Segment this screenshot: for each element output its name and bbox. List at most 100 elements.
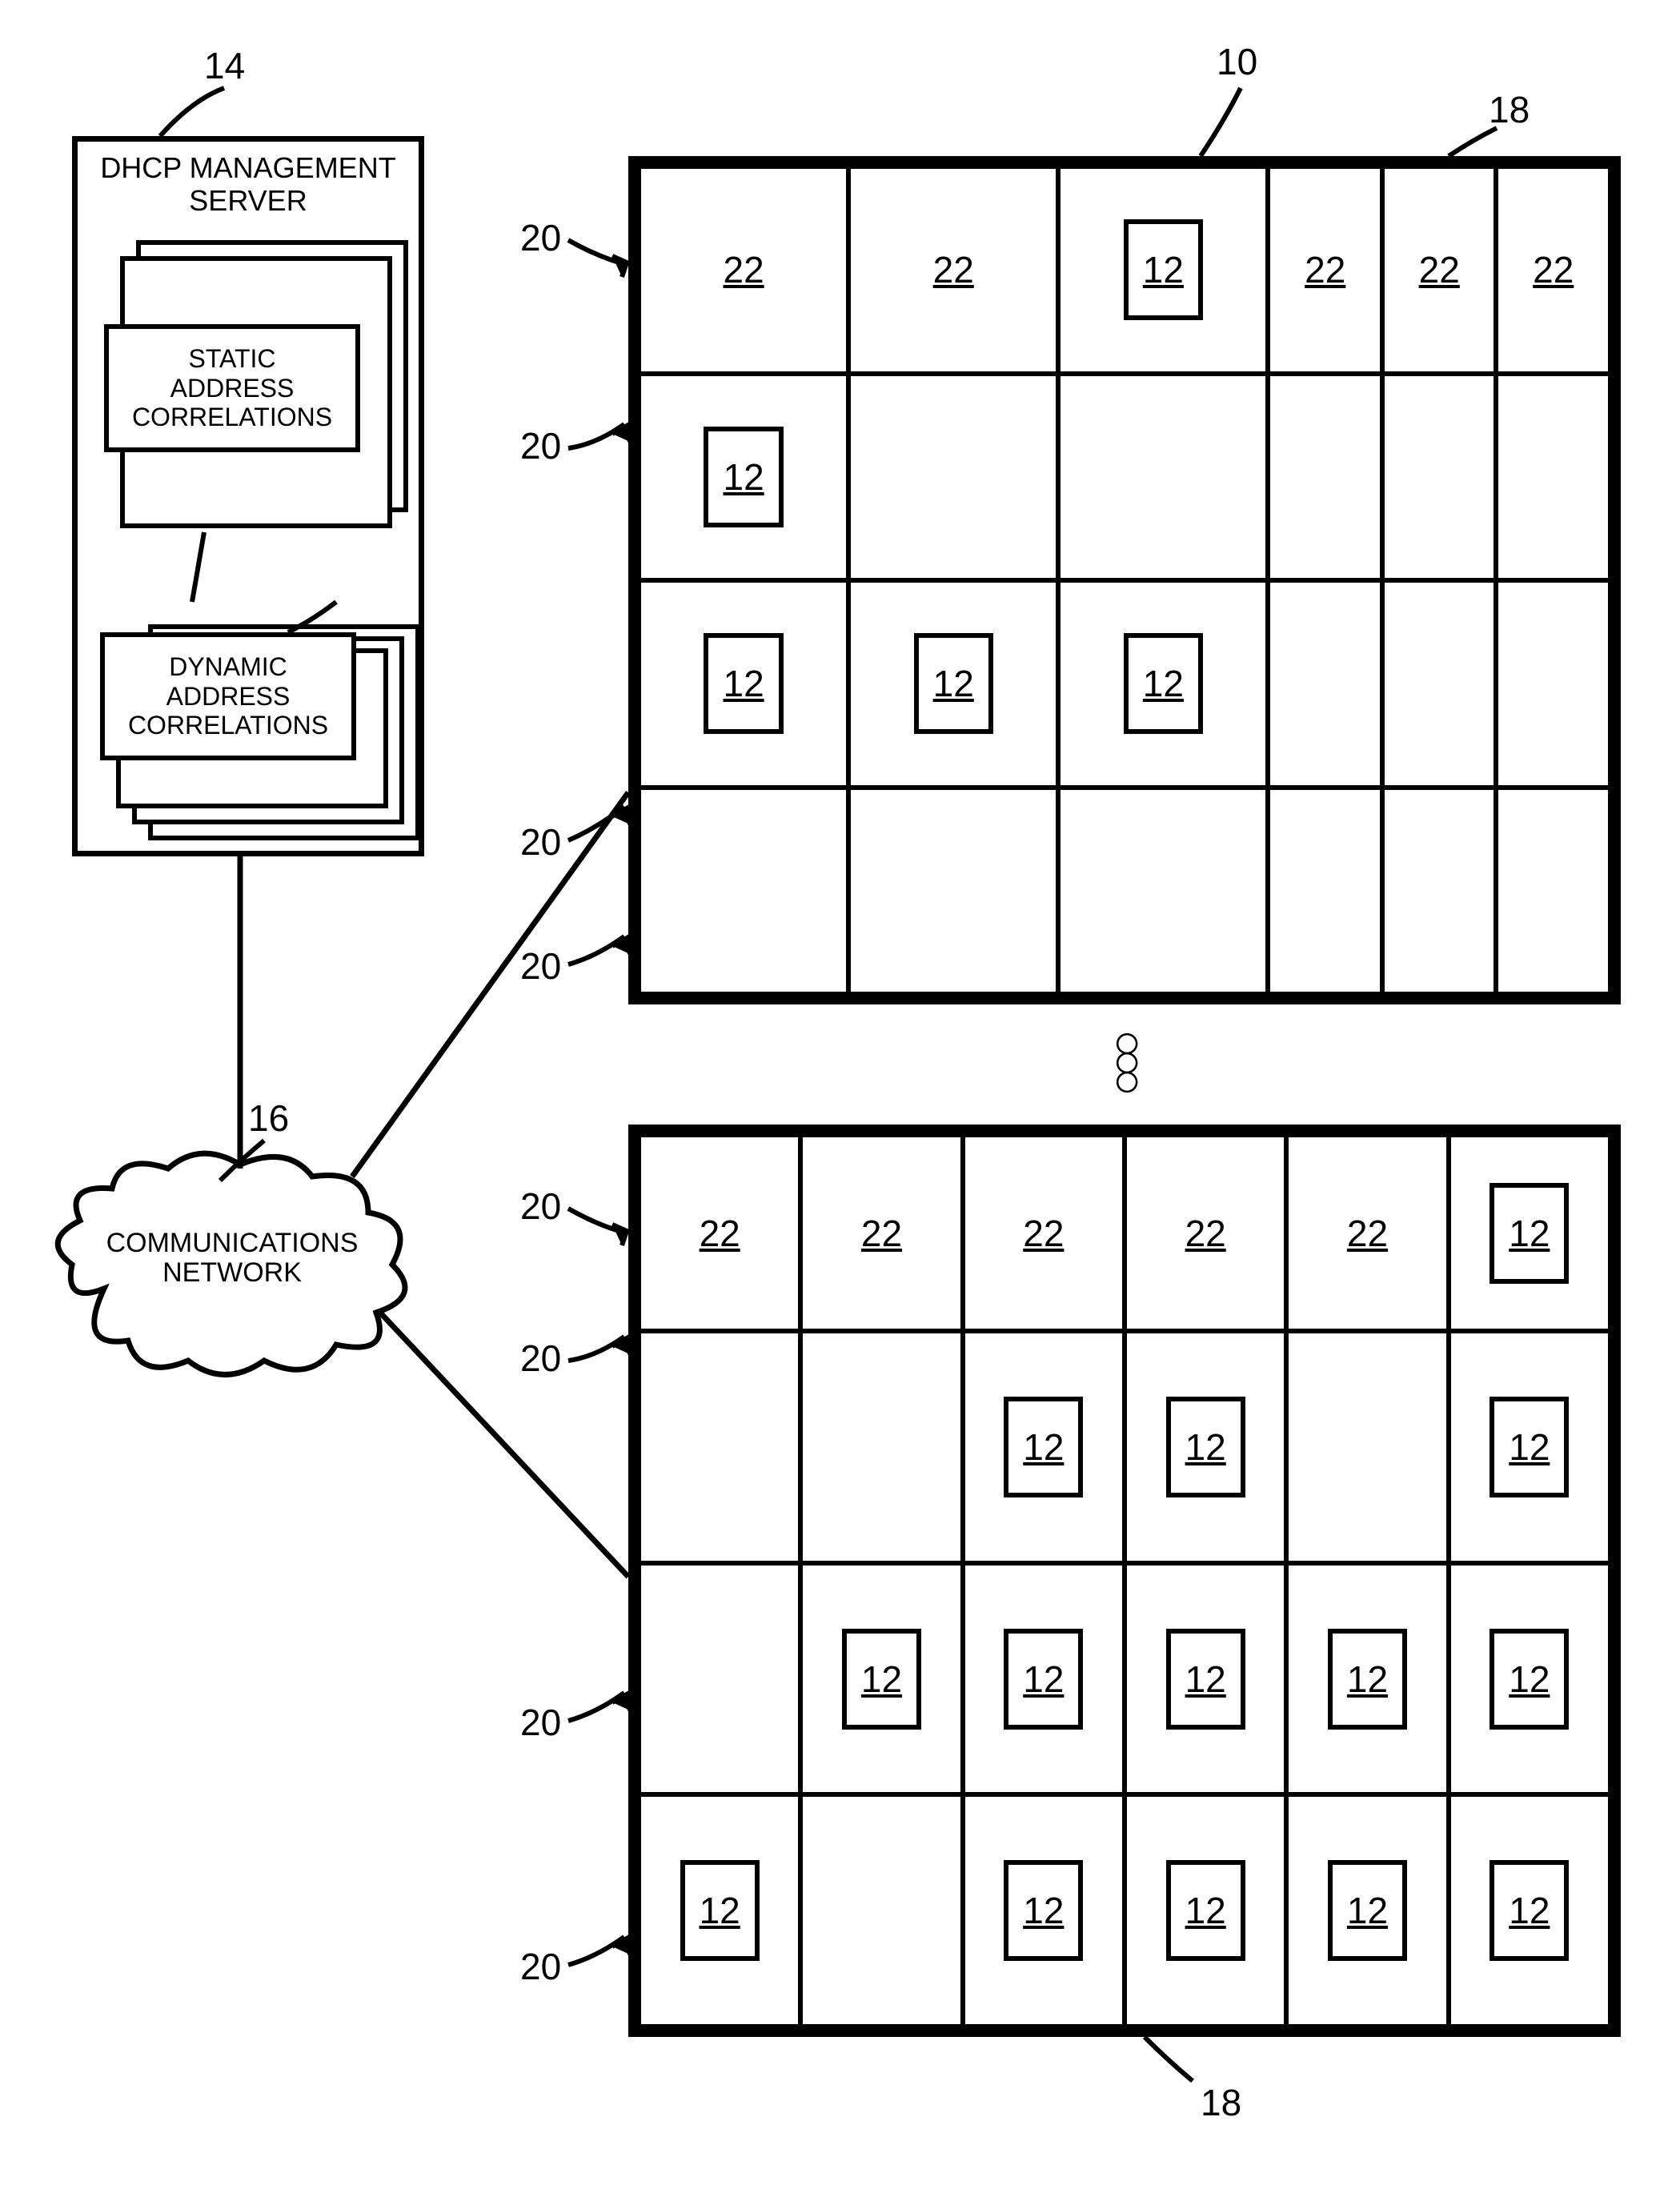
ref-20-c: 20 — [520, 820, 561, 864]
slot: 12 — [1125, 1331, 1286, 1563]
slot — [1268, 580, 1382, 788]
slot — [639, 788, 848, 995]
cell-22: 22 — [723, 249, 764, 291]
cell-22: 22 — [1347, 1213, 1388, 1254]
slot — [1382, 580, 1497, 788]
slot: 22 — [639, 166, 848, 374]
slot — [1058, 788, 1268, 995]
slot: 12 — [639, 374, 848, 581]
slot: 12 — [800, 1563, 962, 1795]
card-12: 12 — [1490, 1860, 1569, 1961]
static-correlations-box: STATIC ADDRESS CORRELATIONS — [104, 324, 360, 452]
slot: 22 — [1125, 1135, 1286, 1331]
server-title: DHCP MANAGEMENT SERVER — [78, 146, 419, 223]
slot: 12 — [963, 1794, 1125, 2027]
slot: 22 — [639, 1135, 800, 1331]
server-title-l2: SERVER — [189, 184, 307, 217]
network-l1: COMMUNICATIONS — [106, 1228, 359, 1258]
cell-22: 22 — [1185, 1213, 1226, 1254]
static-l3: CORRELATIONS — [132, 403, 332, 431]
dynamic-correlations-box: DYNAMIC ADDRESS CORRELATIONS — [100, 632, 356, 760]
card-12: 12 — [1004, 1629, 1083, 1730]
dynamic-l1: DYNAMIC — [169, 652, 287, 681]
cell-22: 22 — [1305, 249, 1345, 291]
slot: 22 — [1268, 166, 1382, 374]
card-12: 12 — [680, 1860, 760, 1961]
slot: 12 — [1058, 580, 1268, 788]
card-12: 12 — [1124, 219, 1203, 320]
slot: 22 — [963, 1135, 1125, 1331]
slot — [1268, 788, 1382, 995]
card-12: 12 — [704, 633, 783, 734]
ref-14: 14 — [204, 44, 245, 87]
continuation-dots: ○○○ — [1113, 1032, 1143, 1090]
ref-20-d: 20 — [520, 944, 561, 988]
slot: 12 — [1058, 166, 1268, 374]
slot: 12 — [848, 580, 1058, 788]
ref-20-e: 20 — [520, 1185, 561, 1228]
card-12: 12 — [704, 427, 783, 527]
slot — [800, 1794, 962, 2027]
network-l2: NETWORK — [162, 1257, 302, 1288]
rack-bottom-table: 22 22 22 22 22 12 12 12 12 12 12 12 12 1… — [636, 1133, 1613, 2029]
card-12: 12 — [1490, 1629, 1569, 1730]
slot — [1286, 1331, 1448, 1563]
cell-22: 22 — [700, 1213, 740, 1254]
card-12: 12 — [842, 1629, 921, 1730]
slot: 12 — [963, 1331, 1125, 1563]
slot: 12 — [1286, 1794, 1448, 2027]
slot — [639, 1331, 800, 1563]
static-l2: ADDRESS — [170, 374, 295, 403]
slot — [848, 374, 1058, 581]
slot — [1496, 374, 1610, 581]
dynamic-l2: ADDRESS — [166, 682, 291, 711]
slot: 12 — [1449, 1331, 1610, 1563]
ref-20-g: 20 — [520, 1701, 561, 1744]
slot: 22 — [1286, 1135, 1448, 1331]
cell-22: 22 — [1533, 249, 1574, 291]
card-12: 12 — [1166, 1397, 1245, 1497]
cell-22: 22 — [1023, 1213, 1064, 1254]
slot — [800, 1331, 962, 1563]
ref-20-f: 20 — [520, 1337, 561, 1380]
slot: 22 — [1496, 166, 1610, 374]
card-12: 12 — [1328, 1860, 1407, 1961]
ref-20-a: 20 — [520, 216, 561, 259]
card-12: 12 — [1490, 1397, 1569, 1497]
network-cloud-text: COMMUNICATIONS NETWORK — [88, 1229, 376, 1289]
dynamic-l3: CORRELATIONS — [128, 711, 328, 740]
ref-20-b: 20 — [520, 424, 561, 467]
rack-top-table: 22 22 12 22 22 22 12 12 12 12 — [636, 164, 1613, 996]
card-12: 12 — [914, 633, 993, 734]
slot: 12 — [1286, 1563, 1448, 1795]
card-12: 12 — [1490, 1183, 1569, 1284]
ref-10: 10 — [1217, 40, 1257, 83]
cell-22: 22 — [861, 1213, 902, 1254]
slot — [1496, 580, 1610, 788]
ref-20-h: 20 — [520, 1945, 561, 1988]
slot — [639, 1563, 800, 1795]
ref-18-top: 18 — [1489, 88, 1530, 131]
cell-22: 22 — [933, 249, 974, 291]
slot — [1058, 374, 1268, 581]
rack-top: 22 22 12 22 22 22 12 12 12 12 — [628, 156, 1621, 1004]
slot: 22 — [800, 1135, 962, 1331]
slot: 12 — [1125, 1794, 1286, 2027]
slot — [1268, 374, 1382, 581]
slot: 12 — [639, 580, 848, 788]
slot: 12 — [1125, 1563, 1286, 1795]
slot: 22 — [848, 166, 1058, 374]
card-12: 12 — [1004, 1397, 1083, 1497]
server-title-l1: DHCP MANAGEMENT — [100, 151, 395, 184]
ref-16: 16 — [248, 1097, 289, 1140]
slot — [1382, 374, 1497, 581]
static-l1: STATIC — [188, 344, 275, 373]
slot: 12 — [639, 1794, 800, 2027]
slot: 12 — [1449, 1563, 1610, 1795]
ref-18-bottom: 18 — [1201, 2081, 1241, 2124]
card-12: 12 — [1166, 1629, 1245, 1730]
slot — [848, 788, 1058, 995]
card-12: 12 — [1328, 1629, 1407, 1730]
card-12: 12 — [1004, 1860, 1083, 1961]
slot: 22 — [1382, 166, 1497, 374]
